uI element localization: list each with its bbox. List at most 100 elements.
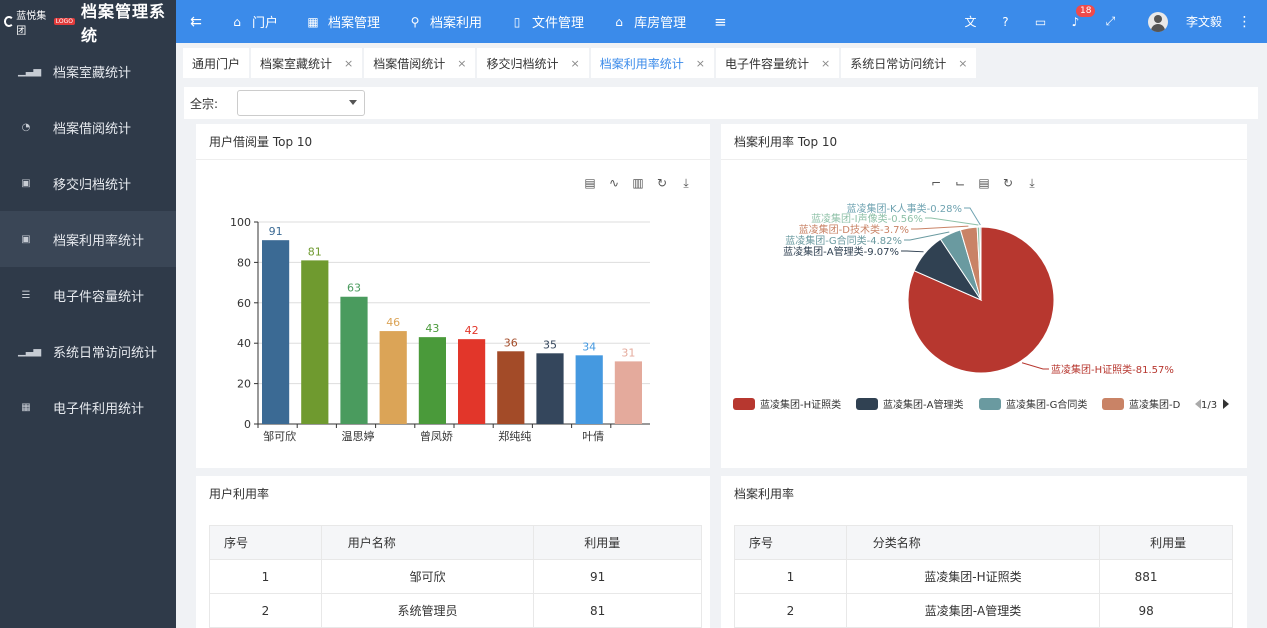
sidebar-item[interactable]: ☰ 电子件容量统计 xyxy=(0,267,176,323)
column-header[interactable]: 利用量 xyxy=(1099,525,1233,560)
brand: 蓝悦集团 LOGO 档案管理系统 xyxy=(0,0,176,45)
sidebar-fold-icon[interactable]: ⇇ xyxy=(176,14,216,30)
brand-logo-text: 蓝悦集团 xyxy=(16,10,47,37)
nav-item-archive-manage[interactable]: ▦ 档案管理 xyxy=(292,0,394,43)
pie-chart-icon: ◔ xyxy=(21,121,31,133)
fonds-select[interactable] xyxy=(237,90,365,116)
tab-label: 档案利用率统计 xyxy=(599,56,684,71)
nav-label: 文件管理 xyxy=(532,16,585,31)
search-icon: ⚲ xyxy=(410,14,420,29)
tab-bar: 通用门户 档案室藏统计 × 档案借阅统计 × 移交归档统计 × 档案利用率统计 × 电子件容量统计… xyxy=(176,43,1267,83)
avatar[interactable] xyxy=(1147,11,1168,32)
sidebar-item-label: 系统日常访问统计 xyxy=(53,345,158,361)
table-row[interactable]: 1 蓝凌集团-H证照类 881 xyxy=(734,559,1233,594)
tab[interactable]: 移交归档统计 × xyxy=(477,48,589,78)
nav-label: 档案管理 xyxy=(328,16,381,31)
y-tick-label: 100 xyxy=(230,216,251,229)
tab[interactable]: 档案利用率统计 × xyxy=(590,48,714,78)
column-header[interactable]: 利用量 xyxy=(533,525,702,560)
header-tools: 文 ? ▭ ♪ 18 ⤢ 李文毅 ⋮ xyxy=(953,0,1267,43)
close-icon[interactable]: × xyxy=(457,57,466,70)
label-leader-line xyxy=(911,225,969,230)
top-nav: ⇇ ⌂ 门户 ▦ 档案管理 ⚲ 档案利用 ▯ 文件管理 ⌂ 库房管理 ≡ xyxy=(176,0,741,43)
slice-label: 蓝凌集团-K人事类-0.28% xyxy=(846,202,962,215)
more-vertical-icon[interactable]: ⋮ xyxy=(1222,14,1267,30)
user-usage-panel: 用户利用率 序号 用户名称 利用量 1 邹可欣 91 2 系统管理员 81 xyxy=(196,476,710,628)
close-icon[interactable]: × xyxy=(821,57,830,70)
close-icon[interactable]: × xyxy=(958,57,967,70)
fonds-label: 全宗: xyxy=(190,96,219,111)
sidebar-item[interactable]: ▣ 移交归档统计 xyxy=(0,155,176,211)
tab[interactable]: 档案室藏统计 × xyxy=(251,48,363,78)
bar xyxy=(340,296,368,424)
monitor-icon[interactable]: ▭ xyxy=(1023,15,1058,29)
sidebar-item[interactable]: ▣ 档案利用率统计 xyxy=(0,211,176,267)
chevron-down-icon xyxy=(349,100,357,105)
data-label: 42 xyxy=(465,324,479,337)
nav-item-archive-use[interactable]: ⚲ 档案利用 xyxy=(394,0,496,43)
data-label: 43 xyxy=(425,322,439,335)
table-row[interactable]: 2 蓝凌集团-A管理类 98 xyxy=(734,593,1233,628)
column-header[interactable]: 用户名称 xyxy=(320,525,535,560)
table-cell: 邹可欣 xyxy=(320,559,535,594)
sidebar-item-label: 档案室藏统计 xyxy=(53,65,132,81)
fullscreen-icon[interactable]: ⤢ xyxy=(1093,14,1128,29)
x-tick-label: 温思婷 xyxy=(342,429,375,443)
nav-item-file-manage[interactable]: ▯ 文件管理 xyxy=(496,0,598,43)
nav-item-warehouse[interactable]: ⌂ 库房管理 xyxy=(598,0,700,43)
column-header[interactable]: 序号 xyxy=(209,525,322,560)
tab[interactable]: 档案借阅统计 × xyxy=(364,48,476,78)
translate-icon[interactable]: 文 xyxy=(953,13,988,30)
sidebar-item-label: 移交归档统计 xyxy=(53,177,132,193)
table-cell: 1 xyxy=(734,559,847,594)
close-icon[interactable]: × xyxy=(344,57,353,70)
label-leader-line xyxy=(925,217,979,226)
y-tick-label: 60 xyxy=(237,297,251,310)
filter-row: 全宗: xyxy=(184,87,1258,119)
data-label: 91 xyxy=(269,225,283,238)
bar xyxy=(614,361,642,424)
bar xyxy=(575,355,603,424)
table-cell: 2 xyxy=(734,593,847,628)
sidebar-item-label: 档案利用率统计 xyxy=(53,233,145,249)
column-header[interactable]: 分类名称 xyxy=(845,525,1101,560)
notification-bell-icon[interactable]: ♪ 18 xyxy=(1058,4,1096,29)
close-icon[interactable]: × xyxy=(571,57,580,70)
legend-item: 蓝凌集团-A管理类 xyxy=(883,398,963,411)
legend-swatch xyxy=(979,398,1001,410)
table-cell: 2 xyxy=(209,593,322,628)
table-cell: 91 xyxy=(533,559,702,594)
username[interactable]: 李文毅 xyxy=(1186,13,1222,30)
warehouse-icon: ⌂ xyxy=(615,14,623,29)
table-cell: 98 xyxy=(1099,593,1233,628)
table-row[interactable]: 1 邹可欣 91 xyxy=(209,559,702,594)
help-icon[interactable]: ? xyxy=(988,15,1023,29)
table-row[interactable]: 2 系统管理员 81 xyxy=(209,593,702,628)
nav-item-portal[interactable]: ⌂ 门户 xyxy=(216,0,292,43)
logo-mark-icon xyxy=(4,16,15,27)
bar-chart-icon: ▁▃▅ xyxy=(18,65,42,77)
tab-label: 电子件容量统计 xyxy=(724,56,809,71)
tab[interactable]: 通用门户 xyxy=(183,48,250,78)
table-icon: ▦ xyxy=(21,401,31,413)
column-header[interactable]: 序号 xyxy=(734,525,847,560)
close-icon[interactable]: × xyxy=(696,57,705,70)
data-label: 63 xyxy=(347,282,361,295)
sidebar-item[interactable]: ◔ 档案借阅统计 xyxy=(0,99,176,155)
brand-logo: 蓝悦集团 LOGO xyxy=(4,7,75,37)
tab[interactable]: 电子件容量统计 × xyxy=(715,48,840,78)
sidebar-item[interactable]: ▦ 电子件利用统计 xyxy=(0,379,176,435)
sidebar-item[interactable]: ▁▃▅ 档案室藏统计 xyxy=(0,43,176,99)
data-label: 46 xyxy=(386,316,400,329)
legend-swatch xyxy=(1102,398,1124,410)
menu-icon[interactable]: ≡ xyxy=(700,13,741,31)
data-label: 36 xyxy=(504,336,518,349)
sidebar-item-label: 电子件利用统计 xyxy=(53,401,145,417)
area-chart-icon: ▣ xyxy=(21,177,31,189)
slice-label: 蓝凌集团-H证照类-81.57% xyxy=(1051,363,1174,376)
sidebar-item[interactable]: ▁▃▅ 系统日常访问统计 xyxy=(0,323,176,379)
line-chart-icon: ▁▃▅ xyxy=(18,345,42,357)
tab[interactable]: 系统日常访问统计 × xyxy=(841,48,977,78)
data-label: 34 xyxy=(582,340,596,353)
sidebar: ▁▃▅ 档案室藏统计 ◔ 档案借阅统计 ▣ 移交归档统计 ▣ 档案利用率统计 ☰ 电子件容量统计 ▁… xyxy=(0,43,176,628)
